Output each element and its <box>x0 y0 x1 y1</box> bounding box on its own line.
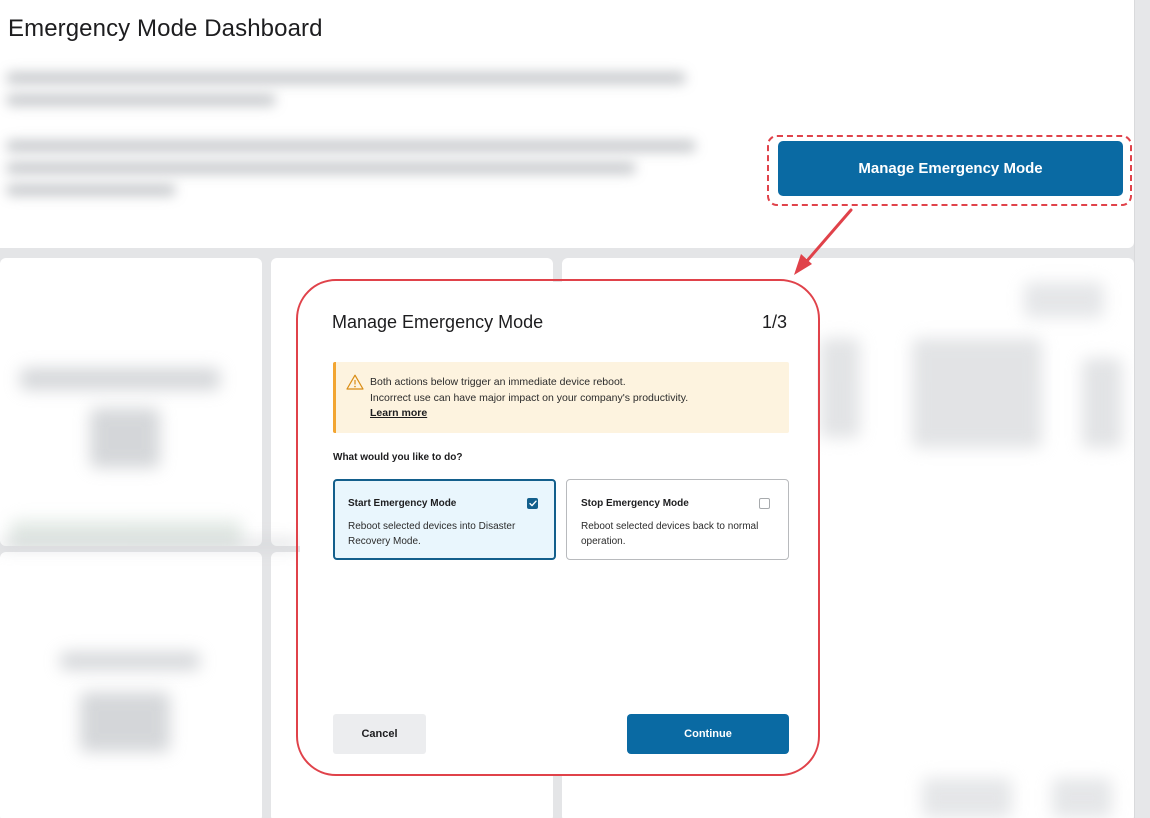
stop-option-checkbox[interactable] <box>759 498 770 509</box>
start-option-checkbox[interactable] <box>527 498 538 509</box>
option-description: Reboot selected devices into Disaster Re… <box>348 521 516 547</box>
step-indicator: 1/3 <box>761 312 787 332</box>
warning-icon <box>346 374 364 390</box>
warning-line-2: Incorrect use can have major impact on y… <box>370 391 689 404</box>
stop-emergency-mode-option[interactable]: Stop Emergency Mode Reboot selected devi… <box>566 479 789 560</box>
option-description: Reboot selected devices back to normal o… <box>581 521 759 547</box>
blurred-description <box>0 60 700 210</box>
manage-emergency-mode-button[interactable]: Manage Emergency Mode <box>778 141 1123 196</box>
manage-emergency-mode-dialog: Manage Emergency Mode 1/3 Both actions b… <box>300 282 817 774</box>
manage-button-highlight: Manage Emergency Mode <box>767 135 1132 206</box>
warning-banner: Both actions below trigger an immediate … <box>333 362 789 433</box>
cancel-button[interactable]: Cancel <box>333 714 426 754</box>
continue-button[interactable]: Continue <box>627 714 789 754</box>
dialog-title: Manage Emergency Mode <box>332 312 544 332</box>
checkmark-icon <box>528 500 537 507</box>
question-label: What would you like to do? <box>333 452 463 463</box>
option-title: Start Emergency Mode <box>348 498 457 509</box>
dashboard-tile <box>0 258 262 546</box>
page-title: Emergency Mode Dashboard <box>8 15 323 42</box>
learn-more-link[interactable]: Learn more <box>370 406 688 422</box>
scrollbar[interactable] <box>1134 0 1150 818</box>
header-card: Emergency Mode Dashboard Manage Emergenc… <box>0 0 1134 248</box>
start-emergency-mode-option[interactable]: Start Emergency Mode Reboot selected dev… <box>333 479 556 560</box>
option-title: Stop Emergency Mode <box>581 498 689 509</box>
dashboard-tile <box>0 552 262 818</box>
warning-line-1: Both actions below trigger an immediate … <box>370 376 626 388</box>
